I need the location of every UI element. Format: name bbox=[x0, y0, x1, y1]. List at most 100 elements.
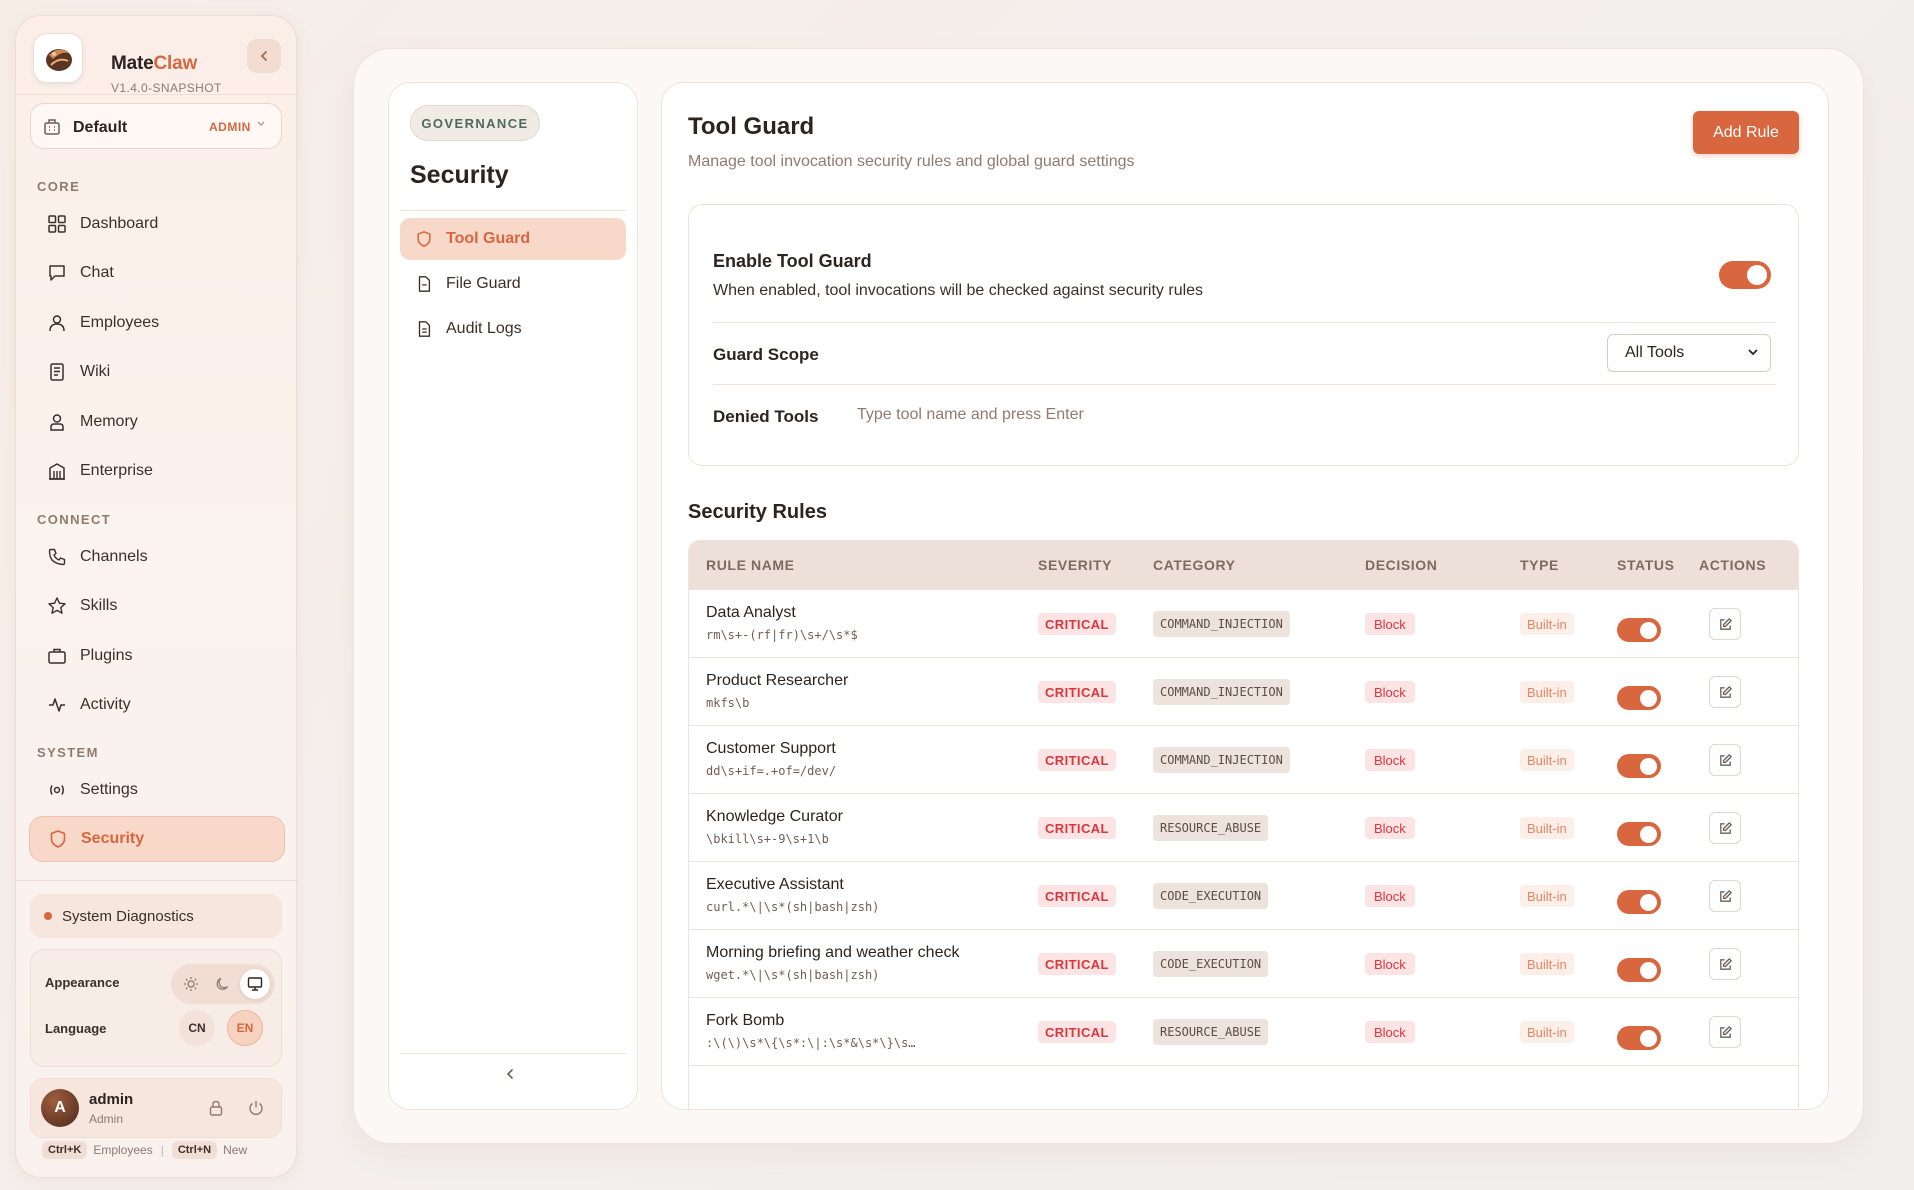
brand-logo bbox=[33, 33, 83, 83]
edit-icon bbox=[1719, 617, 1732, 630]
rule-name: Morning briefing and weather check bbox=[706, 944, 960, 961]
claw-logo-icon bbox=[46, 49, 72, 71]
edit-rule-button[interactable] bbox=[1709, 744, 1741, 776]
edit-rule-button[interactable] bbox=[1709, 880, 1741, 912]
subnav-item-file-guard[interactable]: File Guard bbox=[400, 263, 626, 305]
memory-icon bbox=[46, 411, 68, 433]
sidebar-item-label: Enterprise bbox=[80, 462, 153, 479]
decision-badge: Block bbox=[1365, 613, 1415, 635]
sidebar: MateClaw V1.4.0-SNAPSHOT Default ADMIN C… bbox=[15, 15, 298, 1178]
rule-status-toggle[interactable] bbox=[1617, 618, 1661, 642]
guard-settings-card: Enable Tool Guard When enabled, tool inv… bbox=[688, 204, 1799, 466]
sidebar-item-label: Chat bbox=[80, 264, 114, 281]
subnav-item-audit-logs[interactable]: Audit Logs bbox=[400, 308, 626, 350]
monitor-icon bbox=[247, 977, 263, 991]
edit-rule-button[interactable] bbox=[1709, 676, 1741, 708]
chevron-left-icon bbox=[260, 51, 267, 61]
rule-status-toggle[interactable] bbox=[1617, 890, 1661, 914]
table-row: Fork Bomb:\(\)\s*\{\s*:\|:\s*&\s*\}\s… CR… bbox=[689, 997, 1798, 1065]
sidebar-item-wiki[interactable]: Wiki bbox=[29, 349, 285, 395]
rule-status-toggle[interactable] bbox=[1617, 754, 1661, 778]
edit-icon bbox=[1719, 957, 1732, 970]
table-header: RULE NAME SEVERITY CATEGORY DECISION TYP… bbox=[689, 541, 1798, 589]
sidebar-item-channels[interactable]: Channels bbox=[29, 534, 285, 580]
shortcut-label: New bbox=[223, 1143, 248, 1157]
guard-scope-select[interactable]: All Tools bbox=[1607, 334, 1771, 372]
preferences-panel: Appearance Language CN EN bbox=[30, 949, 282, 1067]
column-header-status: STATUS bbox=[1617, 557, 1675, 573]
brand-name-part2: Claw bbox=[153, 53, 198, 74]
severity-badge: CRITICAL bbox=[1038, 613, 1116, 635]
activity-icon bbox=[46, 694, 68, 716]
role-badge: ADMIN bbox=[209, 120, 251, 134]
column-header-type: TYPE bbox=[1520, 557, 1559, 573]
dashboard-icon bbox=[46, 213, 68, 235]
rule-status-toggle[interactable] bbox=[1617, 1026, 1661, 1050]
denied-tools-label: Denied Tools bbox=[713, 407, 819, 426]
add-rule-button[interactable]: Add Rule bbox=[1693, 111, 1799, 154]
edit-rule-button[interactable] bbox=[1709, 608, 1741, 640]
lock-icon[interactable] bbox=[207, 1099, 225, 1122]
dark-theme-button[interactable] bbox=[208, 969, 238, 999]
section-label-connect: CONNECT bbox=[37, 512, 112, 527]
sidebar-item-employees[interactable]: Employees bbox=[29, 300, 285, 346]
column-header-category: CATEGORY bbox=[1153, 557, 1236, 573]
language-cn-button[interactable]: CN bbox=[179, 1010, 215, 1046]
category-badge: RESOURCE_ABUSE bbox=[1153, 815, 1269, 841]
table-row: Executive Assistant curl.*\|\s*(sh|bash|z… bbox=[689, 861, 1798, 929]
category-badge: RESOURCE_ABUSE bbox=[1153, 1019, 1269, 1045]
severity-badge: CRITICAL bbox=[1038, 817, 1116, 839]
sidebar-item-chat[interactable]: Chat bbox=[29, 250, 285, 296]
rule-status-toggle[interactable] bbox=[1617, 686, 1661, 710]
phone-icon bbox=[46, 546, 68, 568]
light-theme-button[interactable] bbox=[176, 969, 206, 999]
enable-tool-guard-toggle[interactable] bbox=[1719, 261, 1771, 289]
sidebar-item-dashboard[interactable]: Dashboard bbox=[29, 201, 285, 247]
avatar: A bbox=[41, 1089, 79, 1127]
system-diagnostics-button[interactable]: System Diagnostics bbox=[30, 894, 282, 938]
edit-rule-button[interactable] bbox=[1709, 948, 1741, 980]
sidebar-item-plugins[interactable]: Plugins bbox=[29, 633, 285, 679]
user-icon bbox=[46, 312, 68, 334]
shield-icon bbox=[47, 828, 69, 850]
edit-rule-button[interactable] bbox=[1709, 812, 1741, 844]
sidebar-item-settings[interactable]: Settings bbox=[29, 767, 285, 813]
sidebar-item-enterprise[interactable]: Enterprise bbox=[29, 448, 285, 494]
column-header-actions: ACTIONS bbox=[1699, 557, 1767, 573]
user-card: A admin Admin bbox=[30, 1078, 282, 1138]
edit-rule-button[interactable] bbox=[1709, 1016, 1741, 1048]
building-icon bbox=[43, 118, 61, 141]
rule-status-toggle[interactable] bbox=[1617, 822, 1661, 846]
subnav-collapse-button[interactable] bbox=[503, 1067, 517, 1086]
sidebar-item-skills[interactable]: Skills bbox=[29, 583, 285, 629]
security-rules-title: Security Rules bbox=[688, 501, 827, 523]
power-icon[interactable] bbox=[247, 1099, 265, 1122]
sidebar-collapse-button[interactable] bbox=[247, 39, 281, 73]
denied-tools-input[interactable]: Type tool name and press Enter bbox=[857, 406, 1457, 424]
user-name: admin bbox=[89, 1091, 134, 1108]
sidebar-item-security[interactable]: Security bbox=[29, 816, 285, 862]
system-theme-button[interactable] bbox=[240, 969, 270, 999]
page-title: Tool Guard bbox=[688, 113, 815, 140]
sidebar-item-label: Employees bbox=[80, 314, 160, 331]
tool-guard-content: Tool Guard Manage tool invocation securi… bbox=[661, 82, 1829, 1110]
enable-tool-guard-description: When enabled, tool invocations will be c… bbox=[713, 282, 1204, 299]
subnav-item-tool-guard[interactable]: Tool Guard bbox=[400, 218, 626, 260]
workspace-select[interactable]: Default ADMIN bbox=[30, 103, 282, 149]
sidebar-item-label: Dashboard bbox=[80, 215, 159, 232]
edit-icon bbox=[1719, 1025, 1732, 1038]
sidebar-item-activity[interactable]: Activity bbox=[29, 682, 285, 728]
language-en-button[interactable]: EN bbox=[227, 1010, 263, 1046]
shortcut-hints: Ctrl+K Employees | Ctrl+N New bbox=[42, 1141, 247, 1159]
subnav-item-label: Tool Guard bbox=[446, 230, 531, 247]
rule-status-toggle[interactable] bbox=[1617, 958, 1661, 982]
divider bbox=[400, 210, 626, 211]
rule-pattern: rm\s+-(rf|fr)\s+/\s*$ bbox=[706, 628, 858, 642]
sidebar-item-memory[interactable]: Memory bbox=[29, 399, 285, 445]
user-role: Admin bbox=[89, 1112, 124, 1126]
settings-icon bbox=[46, 779, 68, 801]
star-icon bbox=[46, 595, 68, 617]
subnav-item-label: Audit Logs bbox=[446, 320, 522, 337]
section-label-core: CORE bbox=[37, 179, 81, 194]
sidebar-item-label: Channels bbox=[80, 548, 148, 565]
